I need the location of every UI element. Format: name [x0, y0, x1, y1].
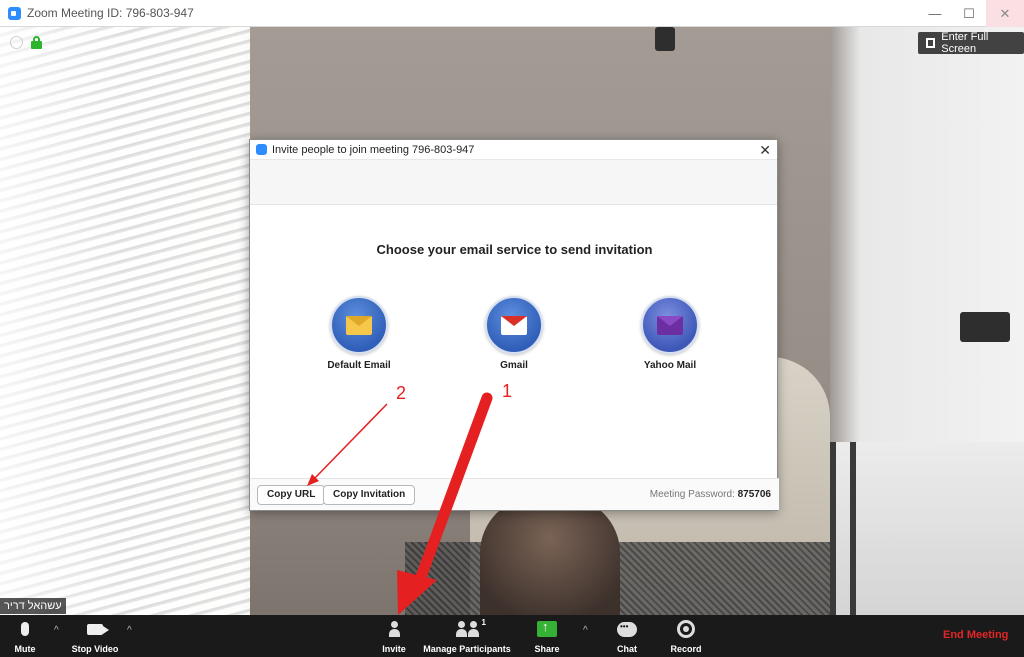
wall-light [960, 312, 1010, 342]
share-button[interactable]: Share [532, 618, 562, 654]
zoom-dialog-icon [256, 144, 267, 155]
dialog-titlebar: Invite people to join meeting 796-803-94… [250, 140, 777, 160]
dialog-close-button[interactable]: ✕ [759, 142, 771, 159]
gmail-label: Gmail [500, 360, 528, 371]
maximize-button[interactable]: ☐ [952, 0, 986, 27]
mute-label: Mute [14, 644, 36, 654]
copy-invitation-button[interactable]: Copy Invitation [323, 485, 416, 505]
dialog-heading: Choose your email service to send invita… [376, 242, 653, 257]
window-titlebar: Zoom Meeting ID: 796-803-947 — ☐ ✕ [0, 0, 1024, 27]
invite-button[interactable]: Invite [378, 618, 410, 654]
dialog-tab-strip [250, 160, 777, 205]
dialog-footer: Copy URL Copy Invitation Meeting Passwor… [250, 478, 779, 510]
meeting-password-label: Meeting Password: [649, 489, 735, 500]
enter-full-screen-label: Enter Full Screen [941, 31, 989, 55]
share-screen-icon [537, 619, 557, 637]
window-close-button[interactable]: ✕ [986, 0, 1024, 27]
invite-dialog: Invite people to join meeting 796-803-94… [249, 139, 779, 511]
fullscreen-icon [926, 38, 936, 48]
chat-button[interactable]: Chat [612, 618, 642, 654]
end-meeting-button[interactable]: End Meeting [943, 629, 1008, 641]
window-title: Zoom Meeting ID: 796-803-947 [27, 6, 194, 20]
gmail-option[interactable]: Gmail [459, 296, 569, 371]
chat-label: Chat [617, 644, 637, 654]
share-options-chevron-icon[interactable]: ^ [583, 625, 588, 636]
video-person [480, 497, 620, 615]
yahoo-mail-option[interactable]: Yahoo Mail [615, 296, 725, 371]
default-email-icon[interactable] [330, 296, 388, 354]
stop-video-label: Stop Video [71, 644, 119, 654]
gmail-icon[interactable] [485, 296, 543, 354]
invite-label: Invite [382, 644, 406, 654]
manage-participants-label: Manage Participants [423, 644, 511, 654]
lock-icon[interactable] [31, 36, 42, 49]
dialog-title: Invite people to join meeting 796-803-94… [272, 143, 475, 156]
info-icon[interactable] [10, 36, 23, 49]
participants-icon [456, 621, 467, 637]
video-camera-icon [87, 623, 109, 635]
record-icon [677, 620, 695, 638]
enter-full-screen-button[interactable]: Enter Full Screen [918, 31, 1024, 55]
minimize-button[interactable]: — [918, 0, 952, 27]
record-label: Record [670, 644, 702, 654]
zoom-app-icon [8, 6, 21, 20]
stop-video-button[interactable]: Stop Video [70, 618, 120, 654]
manage-participants-button[interactable]: 1 Manage Participants [422, 618, 512, 654]
share-label: Share [534, 644, 560, 654]
copy-url-button[interactable]: Copy URL [257, 485, 326, 505]
participant-count: 1 [481, 618, 486, 627]
microphone-icon [21, 622, 29, 636]
annotation-marker-2: 2 [396, 383, 407, 403]
video-options-chevron-icon[interactable]: ^ [127, 625, 132, 636]
window-controls: — ☐ ✕ [918, 0, 1024, 27]
default-email-label: Default Email [327, 360, 391, 371]
meeting-toolbar: Mute ^ Stop Video ^ Invite 1 Manage Part… [0, 615, 1024, 657]
annotation-marker-1: 1 [502, 381, 513, 401]
email-services: Default Email Gmail Yahoo Mail [250, 296, 779, 376]
record-button[interactable]: Record [668, 618, 704, 654]
ceiling-light [655, 27, 675, 51]
meeting-info [10, 36, 42, 49]
mute-button[interactable]: Mute [10, 618, 40, 654]
meeting-password: Meeting Password: 875706 [650, 489, 771, 500]
participant-name-tag: עשהאל דריר [0, 598, 66, 614]
yahoo-mail-icon[interactable] [641, 296, 699, 354]
yahoo-mail-label: Yahoo Mail [643, 360, 697, 371]
video-window [830, 442, 1024, 615]
invite-icon [389, 621, 400, 637]
meeting-password-value: 875706 [737, 489, 771, 500]
chat-icon [617, 621, 637, 637]
audio-options-chevron-icon[interactable]: ^ [54, 625, 59, 636]
default-email-option[interactable]: Default Email [304, 296, 414, 371]
